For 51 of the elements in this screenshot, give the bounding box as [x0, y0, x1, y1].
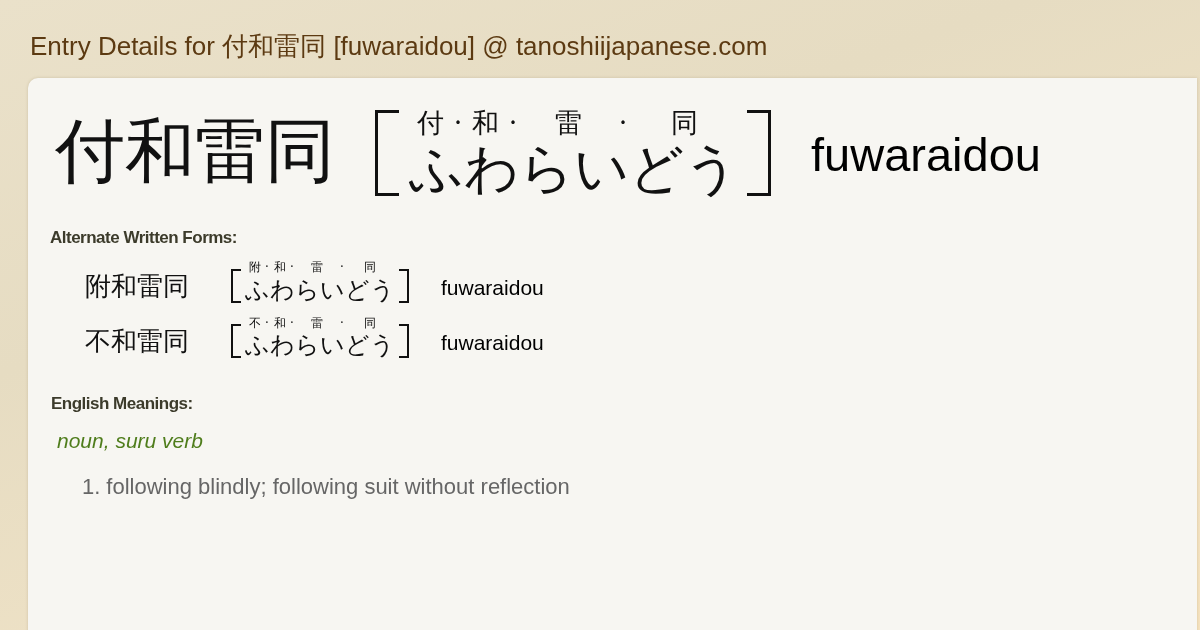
sense-number: 1.	[82, 473, 101, 500]
reading-separator: ·	[339, 260, 345, 276]
reading-separator: ·	[617, 108, 629, 138]
reading-kanji: 同	[363, 315, 377, 332]
page-title: Entry Details for 付和雷同 [fuwaraidou] @ tanoshiijapanese.com	[30, 31, 769, 63]
section-heading: Alternate Written Forms:	[50, 227, 238, 249]
reading-kana: らい	[295, 331, 345, 360]
reading-kana: どう	[345, 275, 395, 305]
reading-kana: どう	[629, 137, 739, 200]
alternate-word: 不和雷同	[85, 327, 190, 354]
reading-kanji: 雷	[310, 260, 324, 276]
reading-separator: ·	[289, 315, 295, 332]
reading-kanji: 和	[272, 315, 287, 332]
alternate-romaji: fuwaraidou	[441, 276, 544, 298]
reading-separator: ·	[289, 260, 295, 276]
reading-kanji: 和	[272, 260, 287, 276]
close-bracket-icon	[399, 323, 409, 358]
reading-kana: ふ	[409, 137, 464, 200]
reading-kanji: 同	[669, 108, 699, 138]
entry-romaji: fuwaraidou	[811, 130, 1041, 178]
entry-word: 付和雷同	[55, 115, 335, 186]
reading-kanji: 不	[247, 315, 262, 332]
open-bracket-icon	[231, 268, 241, 303]
reading-kanji: 附	[247, 260, 262, 276]
reading-separator: ·	[264, 315, 270, 332]
reading-kana: ふ	[245, 275, 270, 305]
open-bracket-icon	[375, 109, 399, 196]
sense-text: following blindly; following suit without reflection	[106, 473, 570, 500]
reading-kana: わ	[270, 275, 295, 305]
reading-kanji: 雷	[310, 315, 324, 332]
reading-kana: ふ	[245, 331, 270, 360]
reading-kana: わ	[464, 137, 519, 200]
reading-kana: わ	[270, 331, 295, 360]
reading-kana: らい	[519, 137, 629, 200]
reading-kana: らい	[295, 275, 345, 305]
reading-separator: ·	[507, 108, 519, 138]
part-of-speech: noun, suru verb	[57, 428, 204, 454]
reading-kanji: 同	[363, 260, 377, 276]
reading-separator: ·	[452, 108, 464, 138]
close-bracket-icon	[399, 268, 409, 303]
open-bracket-icon	[231, 323, 241, 358]
alternate-word: 附和雷同	[85, 272, 190, 299]
reading-kanji: 付	[416, 108, 445, 138]
reading-kana: どう	[345, 331, 395, 360]
section-heading: English Meanings:	[51, 393, 194, 415]
reading-separator: ·	[264, 260, 270, 276]
reading-separator: ·	[339, 315, 345, 332]
close-bracket-icon	[747, 109, 771, 196]
reading-kanji: 和	[471, 108, 500, 138]
alternate-romaji: fuwaraidou	[441, 331, 544, 353]
reading-kanji: 雷	[553, 108, 583, 138]
